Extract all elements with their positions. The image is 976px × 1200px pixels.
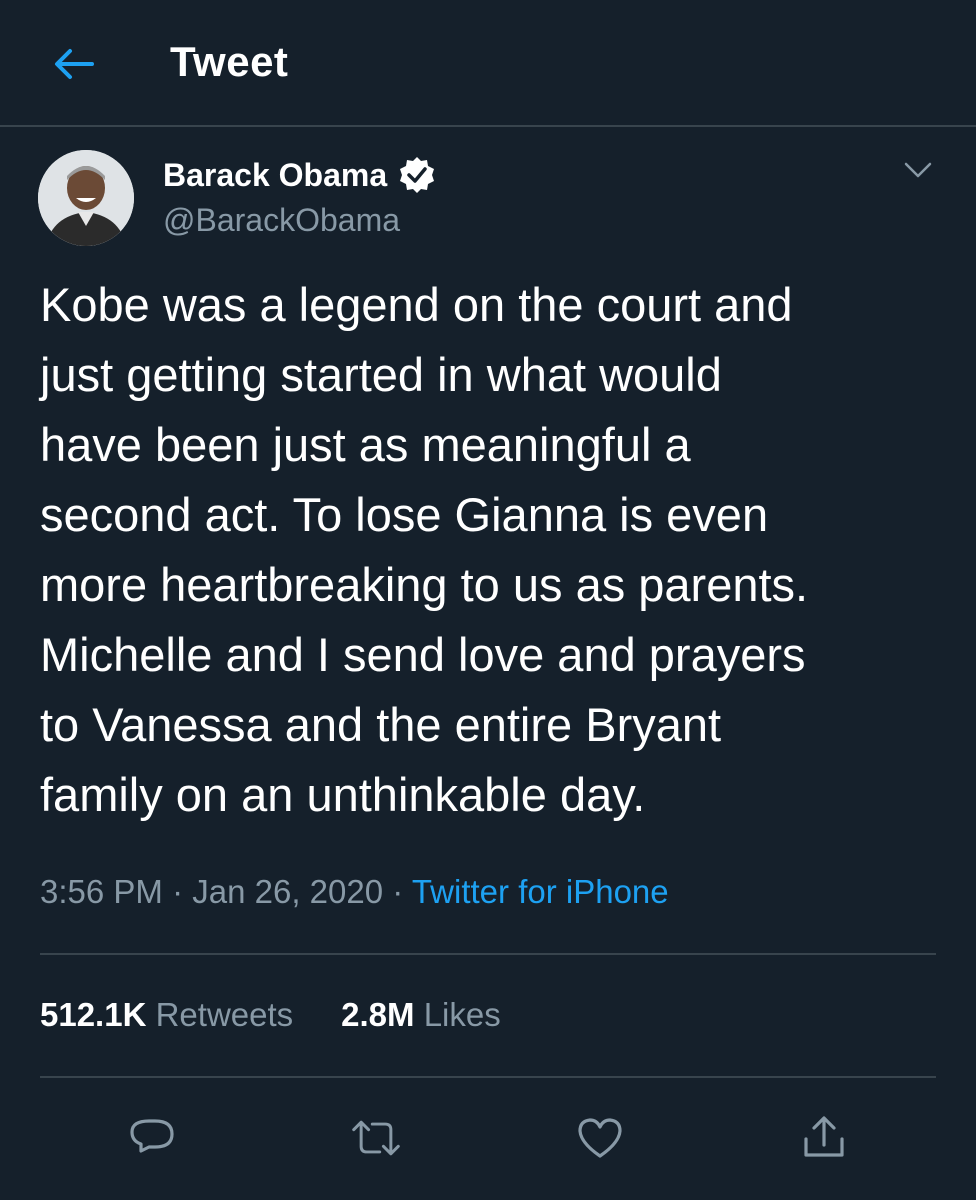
retweets-label: Retweets [155, 996, 294, 1033]
meta-separator: · [172, 873, 184, 910]
avatar-image [38, 150, 134, 246]
reply-button[interactable] [126, 1112, 178, 1164]
likes-label: Likes [423, 996, 501, 1033]
verified-badge-icon [400, 157, 435, 193]
author-name-row[interactable]: Barack Obama [163, 155, 437, 195]
share-button[interactable] [798, 1112, 850, 1164]
tweet-source-link[interactable]: Twitter for iPhone [412, 873, 669, 910]
avatar[interactable] [38, 150, 134, 246]
likes-stat[interactable]: 2.8M Likes [341, 996, 501, 1034]
like-button[interactable] [574, 1112, 626, 1164]
page-title: Tweet [170, 38, 289, 85]
retweet-button[interactable] [350, 1112, 402, 1164]
retweets-stat[interactable]: 512.1K Retweets [40, 996, 293, 1034]
header-bar: Tweet [0, 0, 976, 127]
tweet-stats: 512.1K Retweets 2.8M Likes [40, 996, 501, 1034]
meta-separator: · [392, 873, 404, 910]
tweet-date: Jan 26, 2020 [192, 873, 384, 910]
reply-icon [130, 1119, 174, 1153]
likes-count: 2.8M [341, 996, 415, 1033]
tweet-text: Kobe was a legend on the court and just … [40, 278, 809, 821]
author-handle[interactable]: @BarackObama [163, 202, 400, 239]
tweet-time: 3:56 PM [40, 873, 163, 910]
tweet-meta: 3:56 PM · Jan 26, 2020 · Twitter for iPh… [40, 873, 669, 911]
author-name: Barack Obama [163, 156, 388, 193]
retweet-icon [352, 1120, 400, 1156]
arrow-left-icon [55, 49, 94, 79]
chevron-down-icon [904, 162, 932, 178]
back-button[interactable] [50, 42, 98, 86]
like-icon [578, 1118, 622, 1158]
divider [40, 1076, 936, 1078]
share-icon [804, 1116, 844, 1157]
more-options-button[interactable] [896, 152, 940, 188]
retweets-count: 512.1K [40, 996, 147, 1033]
divider [40, 953, 936, 955]
